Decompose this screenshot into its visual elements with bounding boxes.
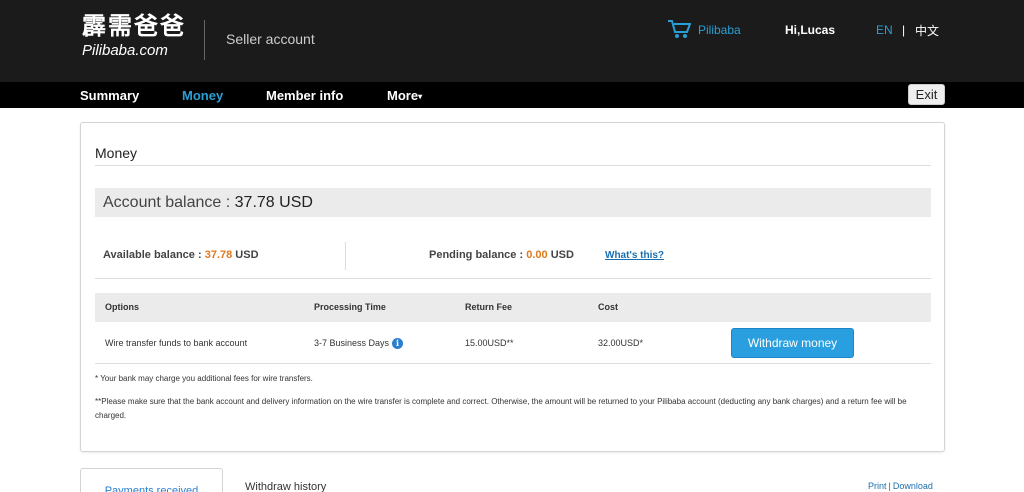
nav-summary[interactable]: Summary <box>80 88 139 103</box>
user-greeting: Hi,Lucas <box>785 23 836 37</box>
available-balance: Available balance : 37.78 USD <box>103 249 259 261</box>
exit-button[interactable]: Exit <box>908 84 945 105</box>
money-panel: Money Account balance : 37.78 USD Availa… <box>80 122 945 452</box>
logo[interactable]: 霹需爸爸 Pilibaba.com <box>82 14 186 60</box>
pending-balance: Pending balance : 0.00 USD <box>429 249 574 261</box>
nav-member-info[interactable]: Member info <box>266 88 343 103</box>
cell-cost: 32.00USD* <box>598 338 644 348</box>
nav-more-label: More <box>387 88 419 103</box>
available-balance-unit: USD <box>235 249 259 261</box>
header-return-fee: Return Fee <box>465 302 513 312</box>
account-balance: Account balance : 37.78 USD <box>103 194 313 212</box>
tab-withdraw-history[interactable]: Withdraw history <box>245 481 326 492</box>
available-balance-value: 37.78 <box>204 249 233 261</box>
download-link[interactable]: Download <box>893 481 933 491</box>
header-processing-time: Processing Time <box>314 302 386 312</box>
cell-return-fee: 15.00USD** <box>465 338 514 348</box>
tab-payments-received[interactable]: Payments received <box>80 468 223 492</box>
header-options: Options <box>105 302 139 312</box>
caret-down-icon: ▾ <box>418 92 423 102</box>
shopping-cart-icon[interactable] <box>667 19 691 39</box>
nav-more[interactable]: More▾ <box>387 88 422 103</box>
cell-processing-time: 3-7 Business Days i <box>314 338 404 350</box>
divider <box>95 165 931 166</box>
print-link[interactable]: Print <box>868 481 887 491</box>
divider <box>95 278 931 279</box>
account-balance-value: 37.78 USD <box>234 194 313 211</box>
account-balance-bar: Account balance : 37.78 USD <box>95 188 931 217</box>
cart-link[interactable]: Pilibaba <box>698 23 741 37</box>
header-divider <box>204 20 205 60</box>
export-links: Print | Download <box>868 481 933 491</box>
info-icon[interactable]: i <box>392 338 404 350</box>
pending-balance-unit: USD <box>550 249 574 261</box>
language-separator: | <box>902 23 906 37</box>
return-fee-note: **Please make sure that the bank account… <box>95 397 907 420</box>
header-cost: Cost <box>598 302 618 312</box>
language-en-link[interactable]: EN <box>876 23 893 37</box>
pending-balance-value: 0.00 <box>526 249 548 261</box>
logo-english: Pilibaba.com <box>82 42 168 59</box>
processing-time-text: 3-7 Business Days <box>314 338 390 348</box>
panel-title: Money <box>95 145 138 161</box>
pending-balance-label: Pending balance : <box>429 249 524 261</box>
top-header: 霹需爸爸 Pilibaba.com Seller account Pilibab… <box>0 0 1024 82</box>
whats-this-link[interactable]: What's this? <box>605 250 664 261</box>
cell-option: Wire transfer funds to bank account <box>105 338 248 348</box>
logo-chinese: 霹需爸爸 <box>82 13 186 40</box>
withdraw-money-button[interactable]: Withdraw money <box>731 328 854 358</box>
account-balance-label: Account balance : <box>103 194 231 211</box>
table-header: Options Processing Time Return Fee Cost <box>95 293 931 322</box>
main-nav: Summary Money Member info More▾ Exit <box>0 82 1024 108</box>
bank-fee-note: * Your bank may charge you additional fe… <box>95 374 313 383</box>
available-balance-label: Available balance : <box>103 249 202 261</box>
divider <box>95 363 931 364</box>
nav-money[interactable]: Money <box>182 88 223 103</box>
link-separator: | <box>888 481 891 491</box>
section-label: Seller account <box>226 31 315 47</box>
vertical-divider <box>345 242 346 270</box>
language-cn-link[interactable]: 中文 <box>915 22 939 39</box>
